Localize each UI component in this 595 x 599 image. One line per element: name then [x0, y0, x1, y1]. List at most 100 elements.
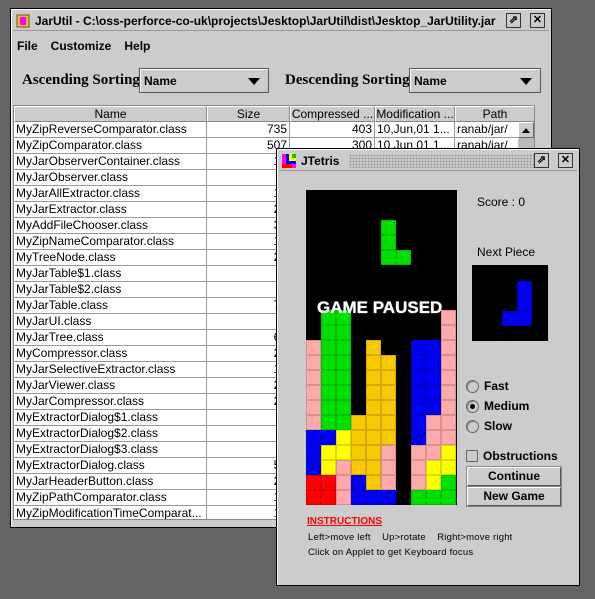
tetris-block: [306, 490, 321, 505]
close-icon[interactable]: ✕: [558, 153, 573, 168]
column-header-size[interactable]: Size: [207, 106, 290, 122]
speed-medium-radio[interactable]: Medium: [466, 399, 529, 413]
jar-app-icon: [16, 14, 30, 27]
tetris-block: [366, 370, 381, 385]
tetris-block: [411, 445, 426, 460]
tetris-block: [441, 325, 456, 340]
tetris-block: [336, 490, 351, 505]
table-cell: MyJarTable.class: [14, 298, 207, 314]
tetris-block: [336, 475, 351, 490]
tetris-block: [336, 445, 351, 460]
radio-icon: [466, 419, 479, 433]
speed-fast-radio[interactable]: Fast: [466, 379, 509, 393]
table-cell: 735: [207, 122, 290, 138]
tetris-block: [351, 490, 366, 505]
descending-sort-select[interactable]: Name: [409, 68, 541, 93]
speed-slow-radio[interactable]: Slow: [466, 419, 512, 433]
table-cell: MyExtractorDialog$2.class: [14, 426, 207, 442]
tetris-block: [411, 400, 426, 415]
table-cell: MyJarObserverContainer.class: [14, 154, 207, 170]
tetris-block: [426, 490, 441, 505]
maximize-icon[interactable]: ⇗: [534, 153, 549, 168]
tetris-block: [426, 400, 441, 415]
tetris-board[interactable]: [306, 190, 457, 505]
tetris-block: [336, 340, 351, 355]
tetris-block: [366, 355, 381, 370]
tetris-block: [441, 310, 456, 325]
tetris-block: [306, 355, 321, 370]
tetris-block: [381, 220, 396, 235]
table-cell: MyJarTable$2.class: [14, 282, 207, 298]
tetris-block: [321, 385, 336, 400]
next-piece-label: Next Piece: [477, 245, 536, 259]
tetris-block: [441, 400, 456, 415]
tetris-block: [441, 475, 456, 490]
tetris-block: [306, 340, 321, 355]
tetris-block: [336, 370, 351, 385]
table-cell: MyCompressor.class: [14, 346, 207, 362]
scroll-up-icon[interactable]: [518, 122, 534, 138]
menu-help[interactable]: Help: [124, 39, 150, 53]
table-row[interactable]: MyZipReverseComparator.class 735 403 10,Jun…: [14, 122, 534, 138]
ascending-sort-select[interactable]: Name: [139, 68, 269, 93]
tetris-block: [426, 445, 441, 460]
tetris-block: [306, 415, 321, 430]
tetris-block: [321, 355, 336, 370]
tetris-block: [336, 385, 351, 400]
table-cell: MyTreeNode.class: [14, 250, 207, 266]
instructions-keys: Left>move left Up>rotate Right>move righ…: [308, 532, 513, 543]
tetris-block: [321, 445, 336, 460]
tetris-block: [441, 340, 456, 355]
tetris-block: [411, 430, 426, 445]
next-piece-preview: [472, 265, 548, 341]
column-header-name[interactable]: Name: [14, 106, 207, 122]
fast-label: Fast: [484, 379, 509, 393]
tetris-block: [321, 370, 336, 385]
table-header: Name Size Compressed ... Modification ..…: [14, 106, 534, 122]
close-icon[interactable]: ✕: [530, 13, 545, 28]
title-drag-area[interactable]: [349, 153, 537, 168]
tetris-block: [426, 475, 441, 490]
tetris-block: [411, 475, 426, 490]
table-cell: MyZipPathComparator.class: [14, 490, 207, 506]
tetris-block: [306, 475, 321, 490]
table-cell: MyAddFileChooser.class: [14, 218, 207, 234]
descending-value: Name: [414, 74, 447, 88]
menu-customize[interactable]: Customize: [51, 39, 112, 53]
chevron-down-icon: [520, 78, 532, 85]
column-header-path[interactable]: Path: [455, 106, 534, 122]
tetris-block: [321, 475, 336, 490]
obstructions-checkbox[interactable]: Obstructions: [466, 449, 558, 463]
table-cell: MyZipNameComparator.class: [14, 234, 207, 250]
tetris-block: [351, 415, 366, 430]
menu-bar: File Customize Help: [17, 39, 150, 53]
tetris-block: [426, 415, 441, 430]
tetris-block: [336, 430, 351, 445]
game-paused-text: GAME PAUSED: [317, 298, 443, 317]
tetris-block: [441, 490, 456, 505]
tetris-block: [381, 355, 396, 370]
tetris-block: [321, 490, 336, 505]
tetris-block: [441, 355, 456, 370]
instructions-focus: Click on Applet to get Keyboard focus: [308, 547, 474, 558]
maximize-icon[interactable]: ⇗: [506, 13, 521, 28]
chevron-down-icon: [248, 78, 260, 85]
title-bar[interactable]: JarUtil - C:\oss-perforce-co-uk\projects…: [13, 11, 549, 31]
tetris-block: [306, 430, 321, 445]
tetris-block: [336, 415, 351, 430]
instructions-title: INSTRUCTIONS: [307, 516, 382, 527]
table-cell: MyJarUI.class: [14, 314, 207, 330]
continue-button[interactable]: Continue: [466, 466, 562, 487]
tetris-block: [426, 460, 441, 475]
tetris-block: [321, 430, 336, 445]
tetris-block: [426, 385, 441, 400]
tetris-block: [426, 370, 441, 385]
new-game-button[interactable]: New Game: [466, 486, 562, 507]
tetris-block: [441, 370, 456, 385]
tetris-block: [336, 400, 351, 415]
tetris-title-bar[interactable]: JTetris ⇗ ✕: [279, 151, 577, 171]
menu-file[interactable]: File: [17, 39, 38, 53]
tetris-title: JTetris: [301, 153, 340, 168]
column-header-compressed[interactable]: Compressed ...: [290, 106, 375, 122]
column-header-modification[interactable]: Modification ...: [375, 106, 455, 122]
